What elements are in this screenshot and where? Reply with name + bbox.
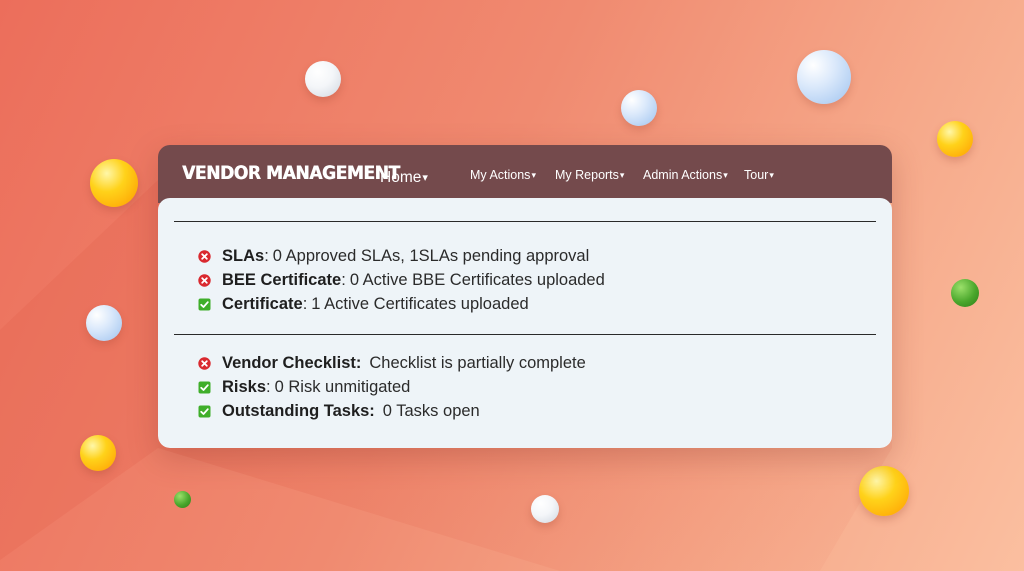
nav-my-reports[interactable]: My Reports▾ bbox=[555, 168, 624, 182]
status-separator: : bbox=[266, 377, 271, 396]
decorative-bubble bbox=[859, 466, 909, 516]
chevron-down-icon: ▾ bbox=[422, 172, 428, 184]
nav-admin-actions[interactable]: Admin Actions▾ bbox=[643, 168, 728, 182]
nav-tour-label: Tour bbox=[744, 168, 769, 182]
nav-my-actions-label: My Actions bbox=[470, 168, 531, 182]
status-value: 1 Active Certificates uploaded bbox=[311, 294, 529, 313]
nav-home-label: Home bbox=[380, 169, 422, 186]
checkbox-check-icon bbox=[198, 381, 211, 394]
decorative-bubble bbox=[174, 491, 191, 508]
decorative-bubble bbox=[80, 435, 116, 471]
nav-my-reports-label: My Reports bbox=[555, 168, 619, 182]
decorative-bubble bbox=[621, 90, 657, 126]
brand-logo[interactable]: VENDOR MANAGEMENT bbox=[182, 162, 400, 184]
nav-admin-actions-label: Admin Actions bbox=[643, 168, 723, 182]
status-row-vendor-checklist: Vendor Checklist: Checklist is partially… bbox=[198, 351, 586, 375]
x-circle-icon bbox=[198, 273, 211, 287]
chevron-down-icon: ▾ bbox=[531, 170, 536, 180]
nav-my-actions[interactable]: My Actions▾ bbox=[470, 168, 536, 182]
status-label: Risks bbox=[222, 377, 267, 396]
decorative-bubble bbox=[937, 121, 973, 157]
navbar: VENDOR MANAGEMENT Home▾ My Actions▾ My R… bbox=[158, 145, 892, 203]
status-value: Checklist is partially complete bbox=[369, 353, 586, 372]
nav-tour[interactable]: Tour▾ bbox=[744, 168, 774, 182]
status-row-slas: SLAs: 0 Approved SLAs, 1SLAs pending app… bbox=[198, 244, 605, 268]
status-separator: : bbox=[341, 270, 346, 289]
status-row-bee-certificate: BEE Certificate: 0 Active BBE Certificat… bbox=[198, 268, 605, 292]
status-label: Vendor Checklist: bbox=[222, 353, 362, 372]
status-label: BEE Certificate bbox=[222, 270, 342, 289]
nav-home[interactable]: Home▾ bbox=[380, 169, 428, 187]
section-divider bbox=[174, 334, 876, 335]
status-value: 0 Approved SLAs, 1SLAs pending approval bbox=[272, 246, 590, 265]
decorative-bubble bbox=[305, 61, 341, 97]
decorative-bubble bbox=[90, 159, 138, 207]
checkbox-check-icon bbox=[198, 298, 211, 311]
status-value: 0 Active BBE Certificates uploaded bbox=[349, 270, 605, 289]
status-row-outstanding-tasks: Outstanding Tasks: 0 Tasks open bbox=[198, 399, 586, 423]
status-section-compliance: SLAs: 0 Approved SLAs, 1SLAs pending app… bbox=[198, 244, 605, 316]
vendor-management-card: VENDOR MANAGEMENT Home▾ My Actions▾ My R… bbox=[158, 145, 892, 448]
checkbox-check-icon bbox=[198, 405, 211, 418]
status-separator: : bbox=[264, 246, 269, 265]
status-panel: SLAs: 0 Approved SLAs, 1SLAs pending app… bbox=[158, 198, 892, 448]
status-label: SLAs bbox=[222, 246, 265, 265]
status-label: Outstanding Tasks: bbox=[222, 401, 375, 420]
decorative-bubble bbox=[797, 50, 851, 104]
status-value: 0 Risk unmitigated bbox=[274, 377, 411, 396]
chevron-down-icon: ▾ bbox=[619, 170, 625, 180]
x-circle-icon bbox=[198, 249, 211, 263]
section-divider bbox=[174, 221, 876, 222]
status-separator: : bbox=[302, 294, 308, 313]
decorative-bubble bbox=[531, 495, 559, 523]
status-row-certificate: Certificate: 1 Active Certificates uploa… bbox=[198, 292, 605, 316]
status-label: Certificate bbox=[222, 294, 303, 313]
status-value: 0 Tasks open bbox=[382, 401, 480, 420]
decorative-bubble bbox=[951, 279, 979, 307]
chevron-down-icon: ▾ bbox=[769, 170, 774, 180]
x-circle-icon bbox=[198, 356, 211, 370]
chevron-down-icon: ▾ bbox=[723, 170, 728, 180]
status-section-operations: Vendor Checklist: Checklist is partially… bbox=[198, 351, 586, 423]
status-row-risks: Risks: 0 Risk unmitigated bbox=[198, 375, 586, 399]
decorative-bubble bbox=[86, 305, 122, 341]
